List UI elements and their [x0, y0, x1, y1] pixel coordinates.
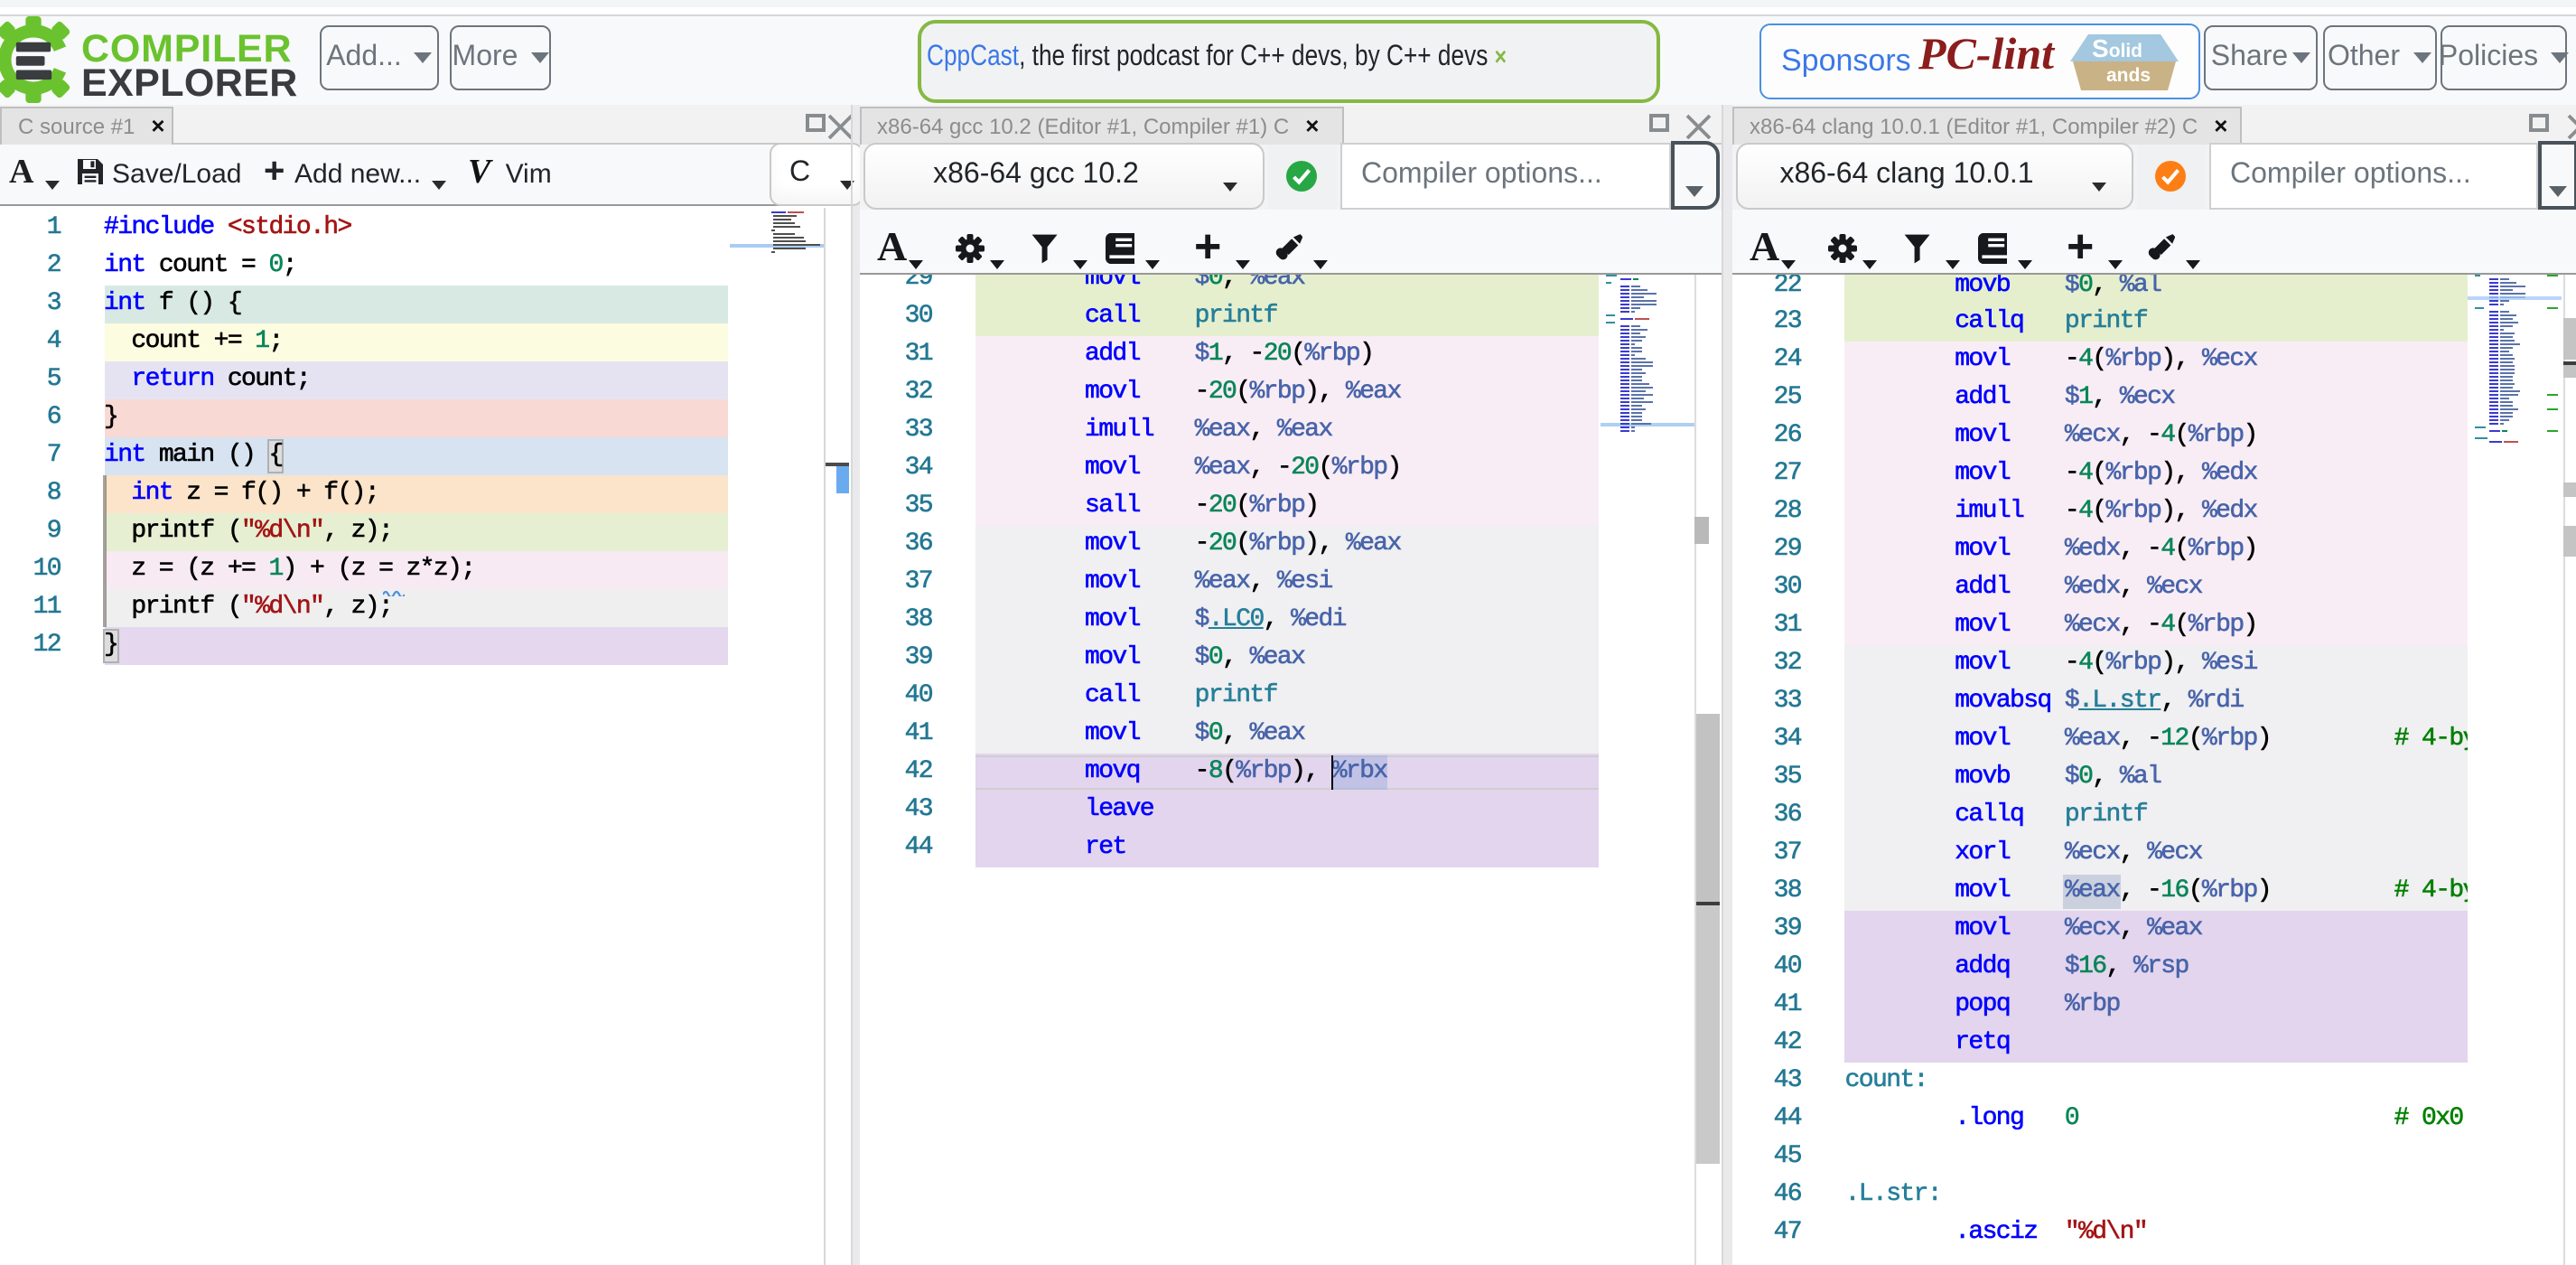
svg-text:ands: ands [2106, 64, 2151, 85]
